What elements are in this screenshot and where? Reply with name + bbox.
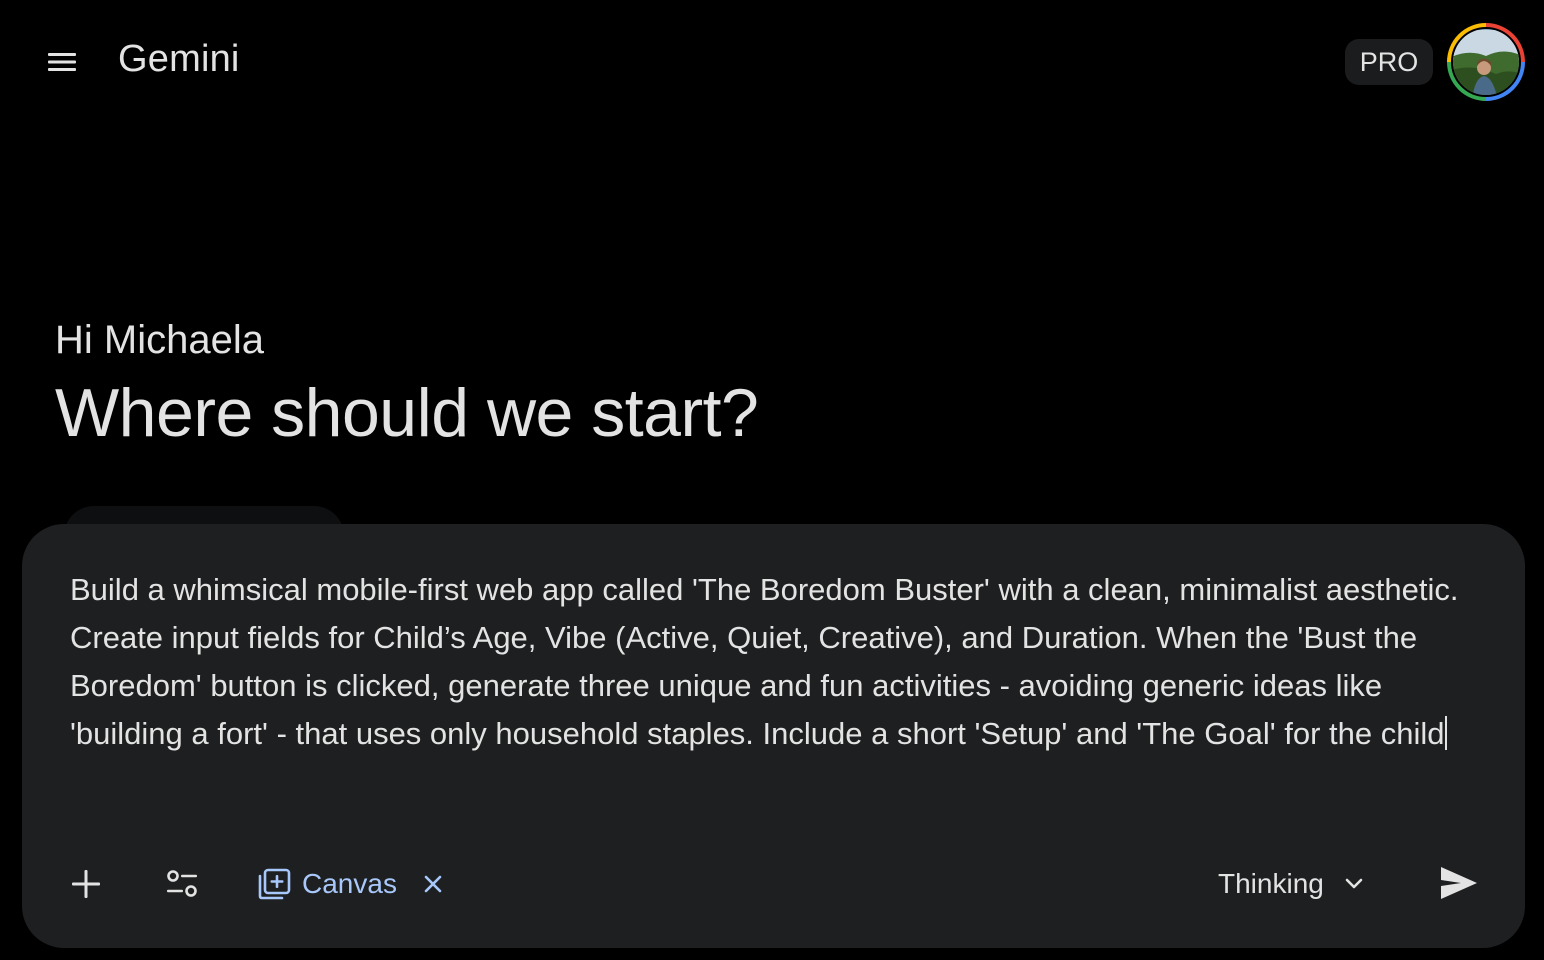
- canvas-label: Canvas: [302, 868, 397, 899]
- prompt-input[interactable]: Build a whimsical mobile-first web app c…: [70, 566, 1470, 758]
- model-mode-selector[interactable]: Thinking: [1218, 860, 1366, 908]
- prompt-composer: Build a whimsical mobile-first web app c…: [22, 524, 1525, 948]
- prompt-input-value: Build a whimsical mobile-first web app c…: [70, 572, 1468, 751]
- app-title[interactable]: Gemini: [118, 38, 240, 81]
- close-icon: [424, 875, 442, 893]
- hamburger-menu-icon: [48, 53, 76, 71]
- tools-sliders-icon: [167, 870, 197, 897]
- canvas-remove-button[interactable]: [423, 874, 443, 894]
- gemini-home: Gemini PRO Hi Michaela Where should we s…: [0, 0, 1544, 960]
- plus-icon: [72, 870, 100, 898]
- main-menu-button[interactable]: [38, 40, 86, 84]
- send-button[interactable]: [1434, 858, 1484, 908]
- greeting-subtitle: Hi Michaela: [55, 318, 264, 362]
- send-icon: [1441, 867, 1477, 899]
- canvas-tool-chip[interactable]: Canvas: [254, 860, 443, 908]
- model-mode-label: Thinking: [1218, 868, 1324, 899]
- pro-badge[interactable]: PRO: [1345, 39, 1433, 85]
- add-attachment-button[interactable]: [64, 860, 108, 908]
- user-avatar[interactable]: [1446, 22, 1526, 102]
- tools-button[interactable]: [160, 860, 204, 908]
- text-caret: [1444, 716, 1447, 750]
- avatar-icon: [1447, 23, 1525, 101]
- greeting-headline: Where should we start?: [55, 375, 759, 451]
- chevron-down-icon: [1345, 878, 1363, 889]
- canvas-add-icon: [258, 868, 291, 900]
